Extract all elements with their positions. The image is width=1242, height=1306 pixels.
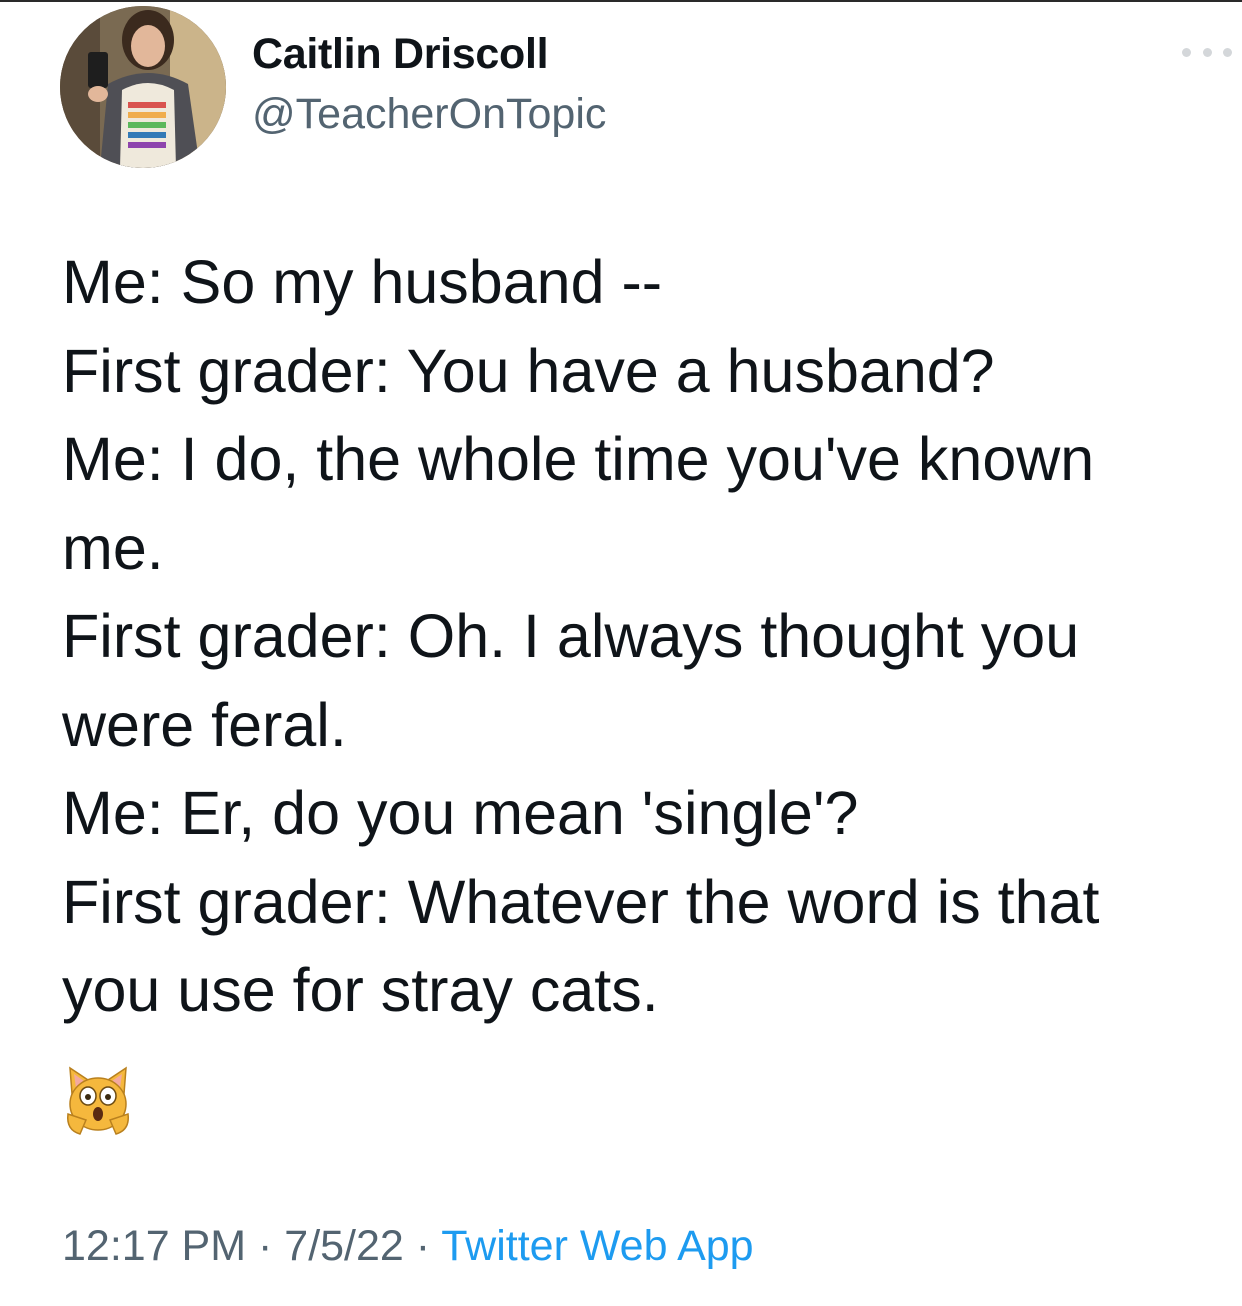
tweet-line: First grader: Whatever the word is that — [62, 867, 1100, 936]
profile-photo-icon — [60, 6, 226, 168]
top-divider — [0, 0, 1242, 2]
handle[interactable]: @TeacherOnTopic — [252, 90, 606, 139]
tweet-line: Me: I do, the whole time you've known — [62, 425, 1095, 493]
more-options-icon — [1223, 47, 1232, 57]
tweet-source-link[interactable]: Twitter Web App — [441, 1222, 753, 1270]
more-options-button[interactable] — [1182, 42, 1232, 62]
meta-separator: · — [403, 1222, 442, 1270]
tweet-text: Me: So my husband -- First grader: You h… — [62, 238, 1222, 1035]
tweet-date[interactable]: 7/5/22 — [284, 1222, 404, 1270]
tweet-line: First grader: You have a husband? — [62, 336, 995, 405]
tweet-line: were feral. — [62, 690, 347, 759]
tweet-line: Me: Er, do you mean 'single'? — [62, 779, 859, 847]
weary-cat-face-icon — [64, 1064, 132, 1136]
avatar[interactable] — [60, 6, 226, 168]
meta-separator: · — [246, 1222, 285, 1270]
tweet-line: Me: So my husband -- — [62, 248, 663, 316]
tweet-time[interactable]: 12:17 PM — [62, 1222, 246, 1270]
display-name[interactable]: Caitlin Driscoll — [252, 30, 549, 79]
tweet-line: me. — [62, 513, 164, 582]
tweet-meta: 12:17 PM · 7/5/22 · Twitter Web App — [62, 1222, 754, 1271]
more-options-icon — [1182, 47, 1191, 57]
tweet-line: you use for stray cats. — [62, 956, 659, 1024]
tweet-line: First grader: Oh. I always thought you — [62, 602, 1080, 670]
more-options-icon — [1202, 47, 1212, 57]
